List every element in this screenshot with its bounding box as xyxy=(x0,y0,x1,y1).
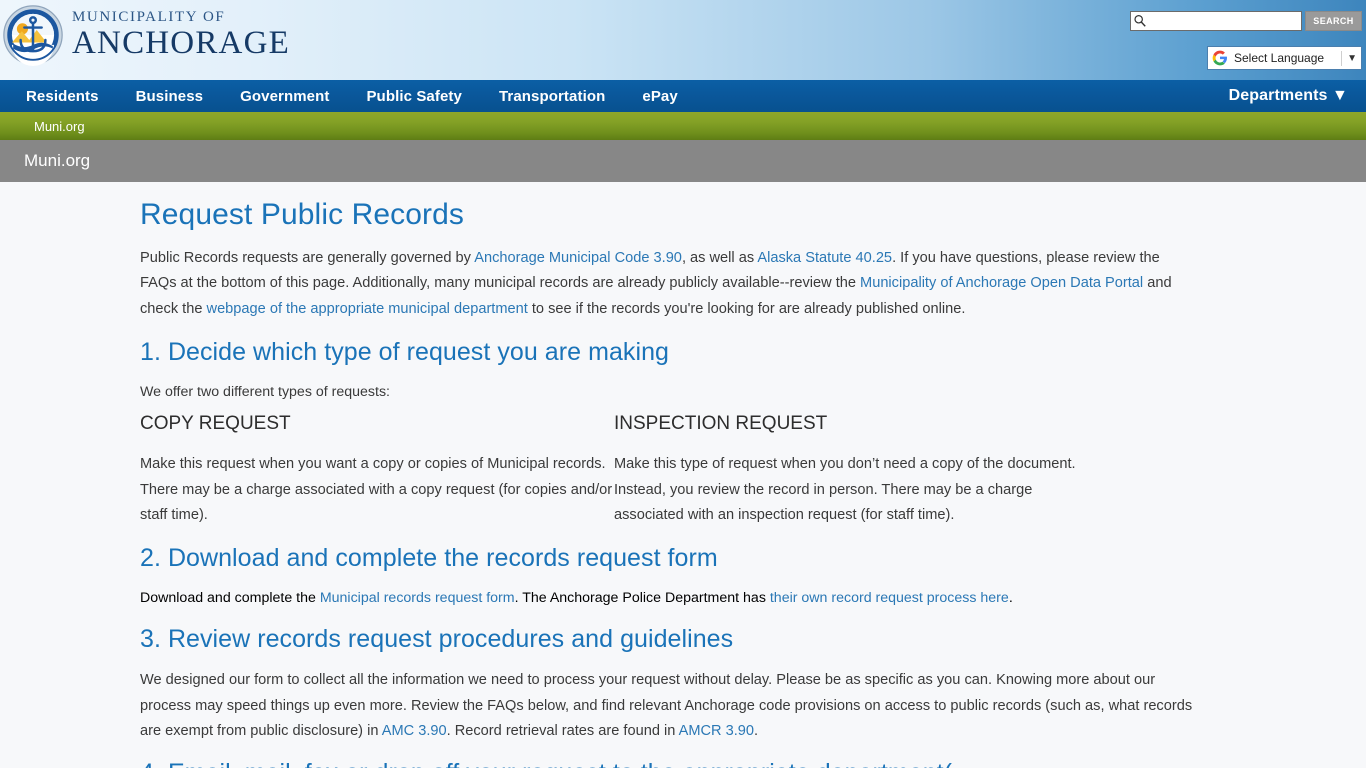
brand-text: MUNICIPALITY OF ANCHORAGE xyxy=(72,10,290,60)
primary-nav: Residents Business Government Public Saf… xyxy=(0,80,1366,112)
breadcrumb: Muni.org xyxy=(0,140,1366,182)
section-2-text-b: . The Anchorage Police Department has xyxy=(514,590,770,607)
section-2-text-a: Download and complete the xyxy=(140,590,320,607)
brand-line-1: MUNICIPALITY OF xyxy=(72,9,226,25)
anchorage-seal-icon xyxy=(3,5,63,66)
inspection-request-body: Make this type of request when you don’t… xyxy=(614,456,1076,524)
nav-departments-dropdown[interactable]: Departments ▼ xyxy=(1229,87,1348,105)
search-box[interactable] xyxy=(1130,11,1302,31)
brand-line-2: ANCHORAGE xyxy=(72,25,290,61)
section-3-heading: 3. Review records request procedures and… xyxy=(140,625,734,654)
section-3-text-b: . Record retrieval rates are found in xyxy=(446,723,679,740)
language-selector[interactable]: Select Language ▼ xyxy=(1207,46,1362,70)
section-1-lead: We offer two different types of requests… xyxy=(140,384,390,401)
request-type-columns: COPY REQUEST Make this request when you … xyxy=(140,413,1200,528)
inspection-request-title: INSPECTION REQUEST xyxy=(614,413,828,435)
site-search[interactable]: SEARCH xyxy=(1130,11,1362,31)
breadcrumb-item-muni-org[interactable]: Muni.org xyxy=(24,151,90,171)
intro-text-a: Public Records requests are generally go… xyxy=(140,250,475,266)
section-4-heading: 4. Email, mail, fax or drop off your req… xyxy=(140,759,1200,768)
language-label: Select Language xyxy=(1234,51,1325,65)
site-brand[interactable]: MUNICIPALITY OF ANCHORAGE xyxy=(0,4,290,66)
intro-paragraph: Public Records requests are generally go… xyxy=(140,246,1200,322)
copy-request-title: COPY REQUEST xyxy=(140,413,291,435)
section-2-heading: 2. Download and complete the records req… xyxy=(140,544,718,573)
link-amcr-390[interactable]: AMCR 3.90 xyxy=(679,723,754,739)
main-content: Request Public Records Public Records re… xyxy=(0,182,1366,768)
link-apd-record-request-process[interactable]: their own record request process here xyxy=(770,590,1009,606)
copy-request-body: Make this request when you want a copy o… xyxy=(140,456,613,524)
nav-item-transportation[interactable]: Transportation xyxy=(499,88,605,105)
link-anchorage-municipal-code[interactable]: Anchorage Municipal Code 3.90 xyxy=(474,250,682,266)
intro-text-e: to see if the records you're looking for… xyxy=(527,300,966,317)
inspection-request-column: INSPECTION REQUEST Make this type of req… xyxy=(614,413,1088,528)
link-open-data-portal[interactable]: Municipality of Anchorage Open Data Port… xyxy=(860,275,1143,291)
nav-item-business[interactable]: Business xyxy=(136,88,204,105)
section-3-text-c: . xyxy=(754,723,759,740)
nav-item-epay[interactable]: ePay xyxy=(642,88,677,105)
google-g-icon xyxy=(1212,50,1227,66)
search-input[interactable] xyxy=(1147,13,1301,29)
section-3-paragraph: We designed our form to collect all the … xyxy=(140,668,1200,744)
site-header: MUNICIPALITY OF ANCHORAGE SEARCH Select … xyxy=(0,0,1366,80)
secondary-nav-muni-org[interactable]: Muni.org xyxy=(34,119,85,134)
nav-item-public-safety[interactable]: Public Safety xyxy=(366,88,462,105)
page-title: Request Public Records xyxy=(140,198,465,231)
chevron-down-icon[interactable]: ▼ xyxy=(1347,53,1357,64)
language-divider xyxy=(1341,50,1343,66)
secondary-nav-bar: Muni.org xyxy=(0,112,1366,140)
nav-item-government[interactable]: Government xyxy=(240,88,329,105)
link-municipal-records-request-form[interactable]: Municipal records request form xyxy=(320,590,515,606)
search-icon xyxy=(1134,14,1146,27)
section-2-paragraph: Download and complete the Municipal reco… xyxy=(140,587,1200,609)
link-amc-390[interactable]: AMC 3.90 xyxy=(382,723,447,739)
link-department-webpage[interactable]: webpage of the appropriate municipal dep… xyxy=(207,301,528,317)
search-button[interactable]: SEARCH xyxy=(1305,11,1362,31)
intro-text-b: , as well as xyxy=(681,250,758,266)
link-alaska-statute[interactable]: Alaska Statute 40.25 xyxy=(757,250,892,266)
nav-item-residents[interactable]: Residents xyxy=(26,88,99,105)
section-1-heading: 1. Decide which type of request you are … xyxy=(140,338,669,367)
copy-request-column: COPY REQUEST Make this request when you … xyxy=(140,413,614,528)
section-2-text-c: . xyxy=(1008,590,1013,607)
